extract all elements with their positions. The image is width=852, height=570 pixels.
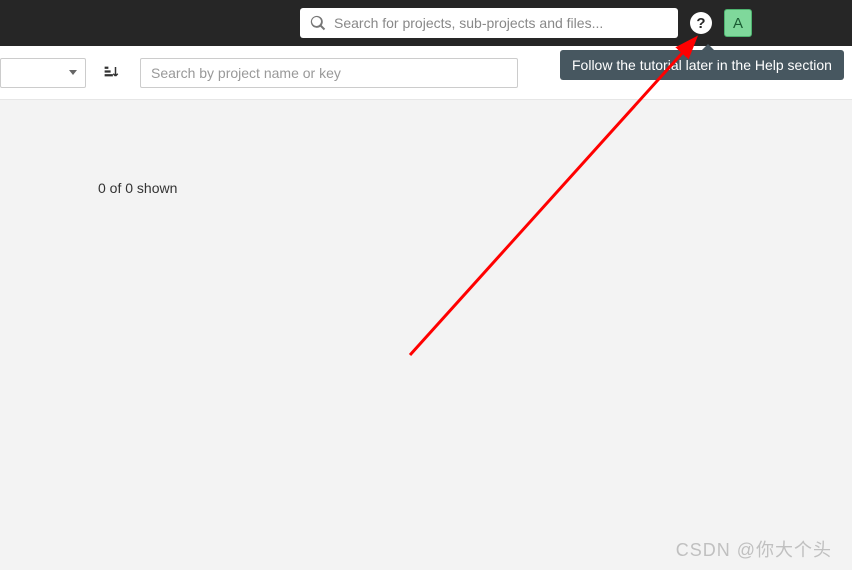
help-button[interactable]: ? <box>690 12 712 34</box>
results-shown-text: 0 of 0 shown <box>98 180 177 196</box>
help-icon: ? <box>696 15 705 32</box>
watermark: CSDN @你大个头 <box>676 536 832 562</box>
filter-dropdown[interactable] <box>0 58 86 88</box>
avatar-letter: A <box>733 15 743 32</box>
chevron-down-icon <box>69 70 77 75</box>
topbar: ? A <box>0 0 852 46</box>
help-tooltip-text: Follow the tutorial later in the Help se… <box>572 57 832 73</box>
search-icon <box>310 15 326 31</box>
sort-button[interactable] <box>100 62 122 84</box>
help-tooltip: Follow the tutorial later in the Help se… <box>560 50 844 80</box>
project-search-input[interactable] <box>140 58 518 88</box>
avatar[interactable]: A <box>724 9 752 37</box>
global-search-input[interactable] <box>334 15 668 31</box>
global-search-container[interactable] <box>300 8 678 38</box>
sort-ascending-icon <box>102 64 120 82</box>
